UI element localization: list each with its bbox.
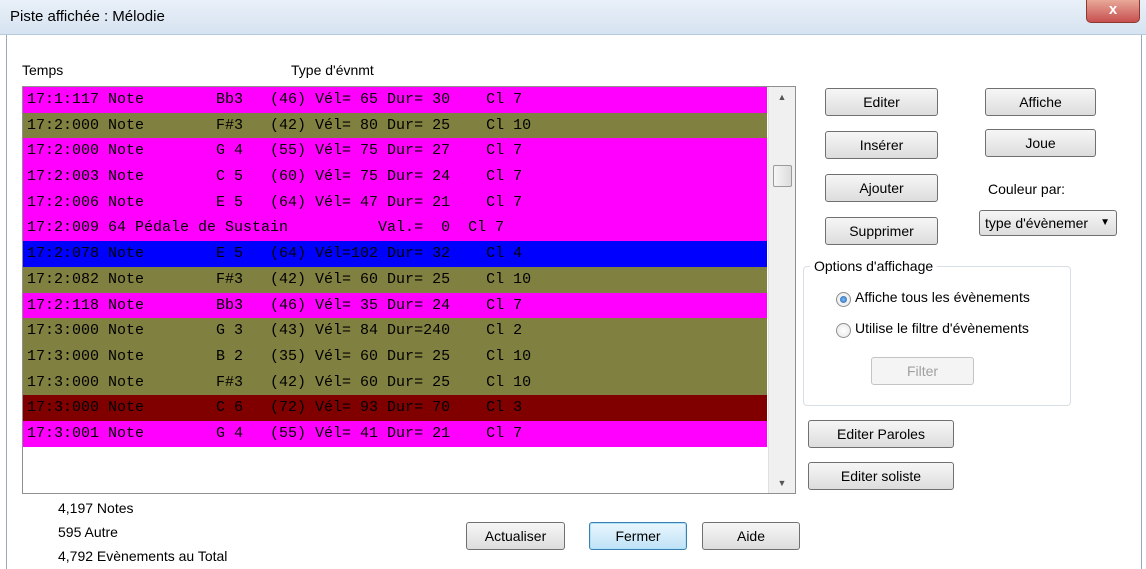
event-row[interactable]: 17:2:006 Note E 5 (64) Vél= 47 Dur= 21 C… [23, 189, 767, 216]
event-row[interactable]: 17:3:000 Note F#3 (42) Vél= 60 Dur= 25 C… [23, 369, 767, 396]
edit-lyrics-button[interactable]: Editer Paroles [808, 420, 954, 448]
close-dialog-button[interactable]: Fermer [589, 522, 687, 550]
show-all-events-radio[interactable] [836, 292, 851, 307]
event-list[interactable]: 17:1:117 Note Bb3 (46) Vél= 65 Dur= 30 C… [22, 86, 796, 494]
use-event-filter-radio[interactable] [836, 323, 851, 338]
scroll-thumb[interactable] [773, 165, 792, 187]
scroll-down-arrow-icon[interactable]: ▼ [769, 473, 795, 493]
column-header-time: Temps [22, 62, 64, 78]
event-row[interactable]: 17:2:078 Note E 5 (64) Vél=102 Dur= 32 C… [23, 241, 767, 267]
play-button[interactable]: Joue [985, 129, 1096, 157]
insert-button[interactable]: Insérer [825, 131, 938, 159]
delete-button[interactable]: Supprimer [825, 217, 938, 245]
event-row[interactable]: 17:2:003 Note C 5 (60) Vél= 75 Dur= 24 C… [23, 164, 767, 190]
vertical-scrollbar[interactable]: ▲ ▼ [768, 87, 795, 493]
event-row[interactable]: 17:3:001 Note G 4 (55) Vél= 41 Dur= 21 C… [23, 420, 767, 447]
window-title: Piste affichée : Mélodie [10, 8, 165, 25]
event-row[interactable]: 17:3:000 Note G 3 (43) Vél= 84 Dur=240 C… [23, 318, 767, 344]
event-row[interactable]: 17:3:000 Note C 6 (72) Vél= 93 Dur= 70 C… [23, 395, 767, 421]
notes-count: 4,197 Notes [58, 500, 134, 516]
filter-button[interactable]: Filter [871, 357, 974, 385]
event-row[interactable]: 17:2:082 Note F#3 (42) Vél= 60 Dur= 25 C… [23, 266, 767, 293]
total-events-count: 4,792 Evènements au Total [58, 548, 228, 564]
event-row[interactable]: 17:2:000 Note G 4 (55) Vél= 75 Dur= 27 C… [23, 138, 767, 165]
edit-soloist-button[interactable]: Editer soliste [808, 462, 954, 490]
display-options-title: Options d'affichage [810, 258, 938, 274]
color-by-select[interactable]: type d'évènemer ▼ [979, 210, 1117, 236]
title-bar: Piste affichée : Mélodie x [0, 0, 1146, 35]
column-header-event-type: Type d'évnmt [291, 62, 374, 78]
edit-button[interactable]: Editer [825, 88, 938, 116]
use-event-filter-label[interactable]: Utilise le filtre d'évènements [855, 320, 1029, 336]
event-row[interactable]: 17:2:009 64 Pédale de Sustain Val.= 0 Cl… [23, 215, 767, 242]
chevron-down-icon: ▼ [1100, 217, 1110, 228]
event-row[interactable]: 17:1:117 Note Bb3 (46) Vél= 65 Dur= 30 C… [23, 87, 767, 113]
refresh-button[interactable]: Actualiser [466, 522, 565, 550]
event-row[interactable]: 17:2:118 Note Bb3 (46) Vél= 35 Dur= 24 C… [23, 292, 767, 319]
scroll-up-arrow-icon[interactable]: ▲ [769, 87, 795, 107]
event-row[interactable]: 17:3:000 Note B 2 (35) Vél= 60 Dur= 25 C… [23, 343, 767, 370]
add-button[interactable]: Ajouter [825, 174, 938, 202]
color-by-label: Couleur par: [988, 181, 1066, 197]
event-list-rows: 17:1:117 Note Bb3 (46) Vél= 65 Dur= 30 C… [23, 87, 767, 447]
event-row[interactable]: 17:2:000 Note F#3 (42) Vél= 80 Dur= 25 C… [23, 112, 767, 139]
color-by-value: type d'évènemer [985, 215, 1089, 231]
close-button[interactable]: x [1086, 0, 1140, 23]
display-button[interactable]: Affiche [985, 88, 1096, 116]
help-button[interactable]: Aide [702, 522, 800, 550]
other-count: 595 Autre [58, 524, 118, 540]
show-all-events-label[interactable]: Affiche tous les évènements [855, 289, 1030, 305]
